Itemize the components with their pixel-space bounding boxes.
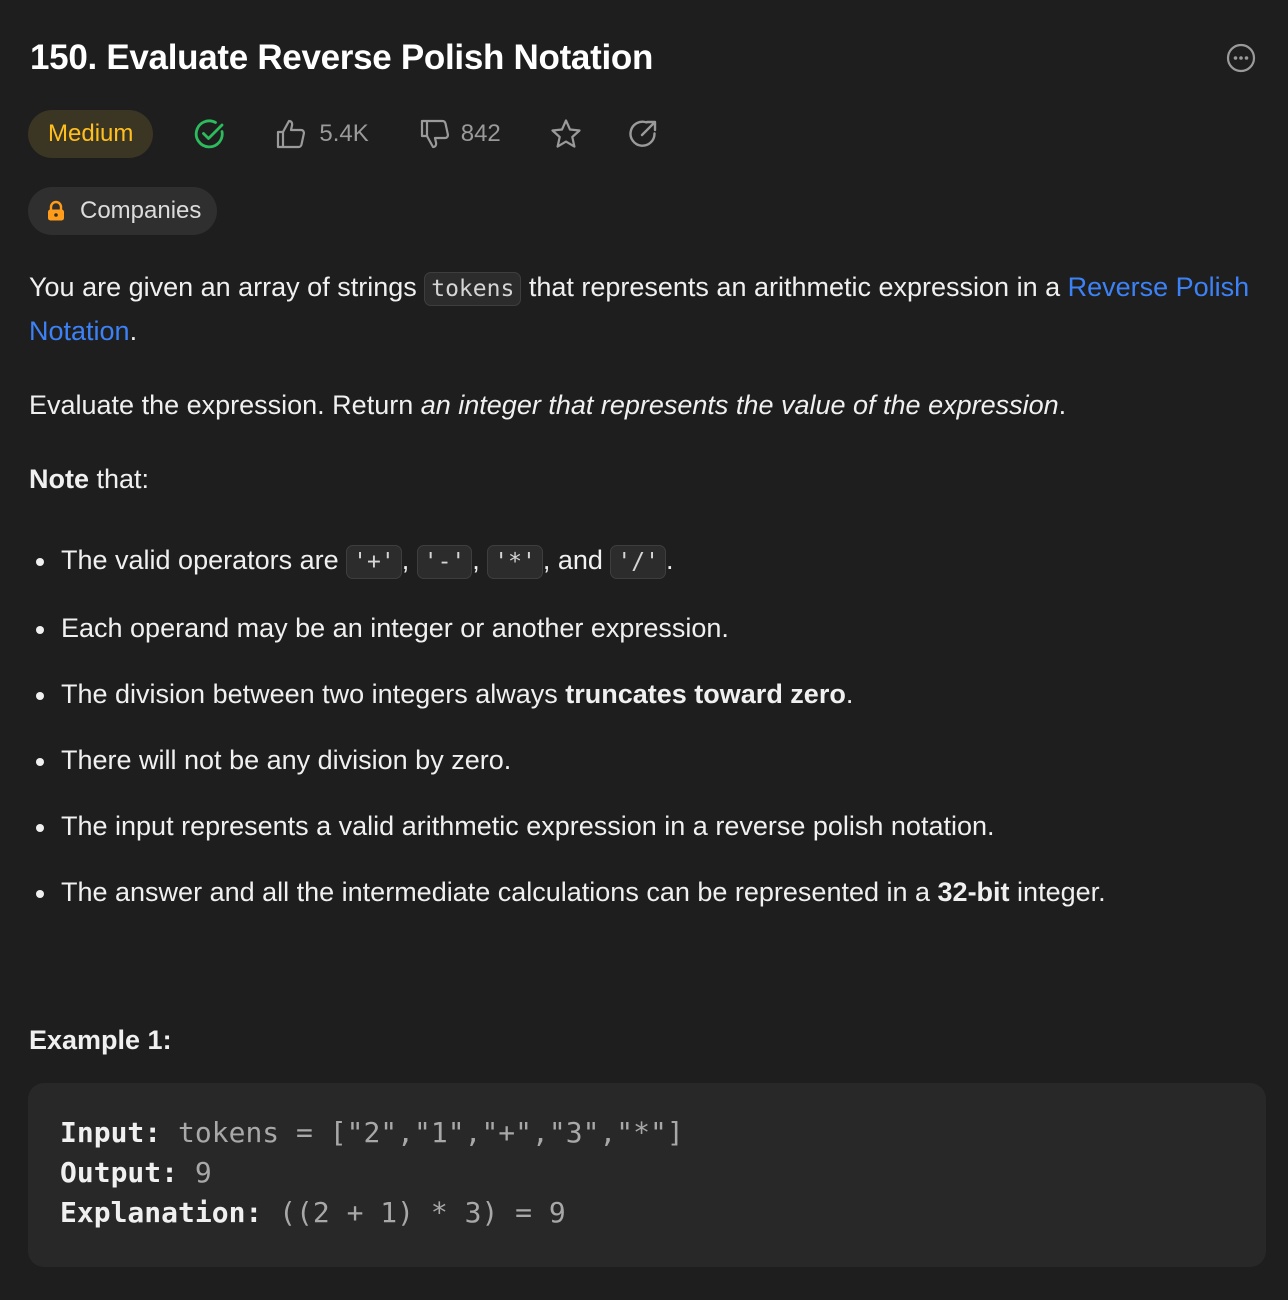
dislike-count: 842 <box>460 120 501 147</box>
star-icon[interactable] <box>549 117 583 151</box>
like-count: 5.4K <box>319 120 369 147</box>
companies-tag-button[interactable]: Companies <box>28 187 218 235</box>
more-options-icon[interactable] <box>1226 43 1256 73</box>
thumbs-down-icon <box>420 119 449 149</box>
dislike-button[interactable]: 842 <box>419 118 501 150</box>
note-heading: Note that: <box>29 464 150 494</box>
thumbs-up-icon <box>277 119 306 149</box>
code-plus: '+' <box>346 545 402 579</box>
list-item: The answer and all the intermediate calc… <box>29 871 1259 913</box>
problem-title: 150. Evaluate Reverse Polish Notation <box>30 38 654 77</box>
example-1-heading: Example 1: <box>29 1025 172 1055</box>
output-label: Output: <box>60 1156 179 1189</box>
list-item: There will not be any division by zero. <box>29 739 1259 781</box>
like-button[interactable]: 5.4K <box>275 118 369 150</box>
list-item: Each operand may be an integer or anothe… <box>29 607 1259 649</box>
list-item: The division between two integers always… <box>29 673 1259 715</box>
input-value: tokens = ["2","1","+","3","*"] <box>161 1116 684 1149</box>
notes-list: The valid operators are '+', '-', '*', a… <box>29 539 1259 913</box>
problem-panel: 150. Evaluate Reverse Polish Notation Me… <box>0 0 1288 1300</box>
problem-description: You are given an array of strings tokens… <box>29 266 1259 1061</box>
difficulty-badge[interactable]: Medium <box>28 110 154 158</box>
code-tokens: tokens <box>424 272 522 306</box>
code-divide: '/' <box>610 545 666 579</box>
solved-check-icon <box>193 117 227 151</box>
explanation-value: ((2 + 1) * 3) = 9 <box>262 1196 566 1229</box>
lock-icon <box>48 200 64 221</box>
list-item: The input represents a valid arithmetic … <box>29 805 1259 847</box>
example-1-code: Input: tokens = ["2","1","+","3","*"] Ou… <box>60 1113 684 1233</box>
code-multiply: '*' <box>487 545 543 579</box>
description-paragraph-1: You are given an array of strings tokens… <box>29 272 1250 346</box>
problem-meta-row: Medium 5.4K 842 <box>28 110 659 158</box>
share-icon[interactable] <box>627 118 659 150</box>
output-value: 9 <box>178 1156 212 1189</box>
code-minus: '-' <box>416 545 473 579</box>
example-1-block: Input: tokens = ["2","1","+","3","*"] Ou… <box>28 1083 1266 1267</box>
list-item: The valid operators are '+', '-', '*', a… <box>29 539 1259 583</box>
explanation-label: Explanation: <box>60 1196 263 1229</box>
input-label: Input: <box>60 1116 162 1149</box>
companies-label: Companies <box>80 197 202 224</box>
description-paragraph-2: Evaluate the expression. Return an integ… <box>29 390 1067 420</box>
